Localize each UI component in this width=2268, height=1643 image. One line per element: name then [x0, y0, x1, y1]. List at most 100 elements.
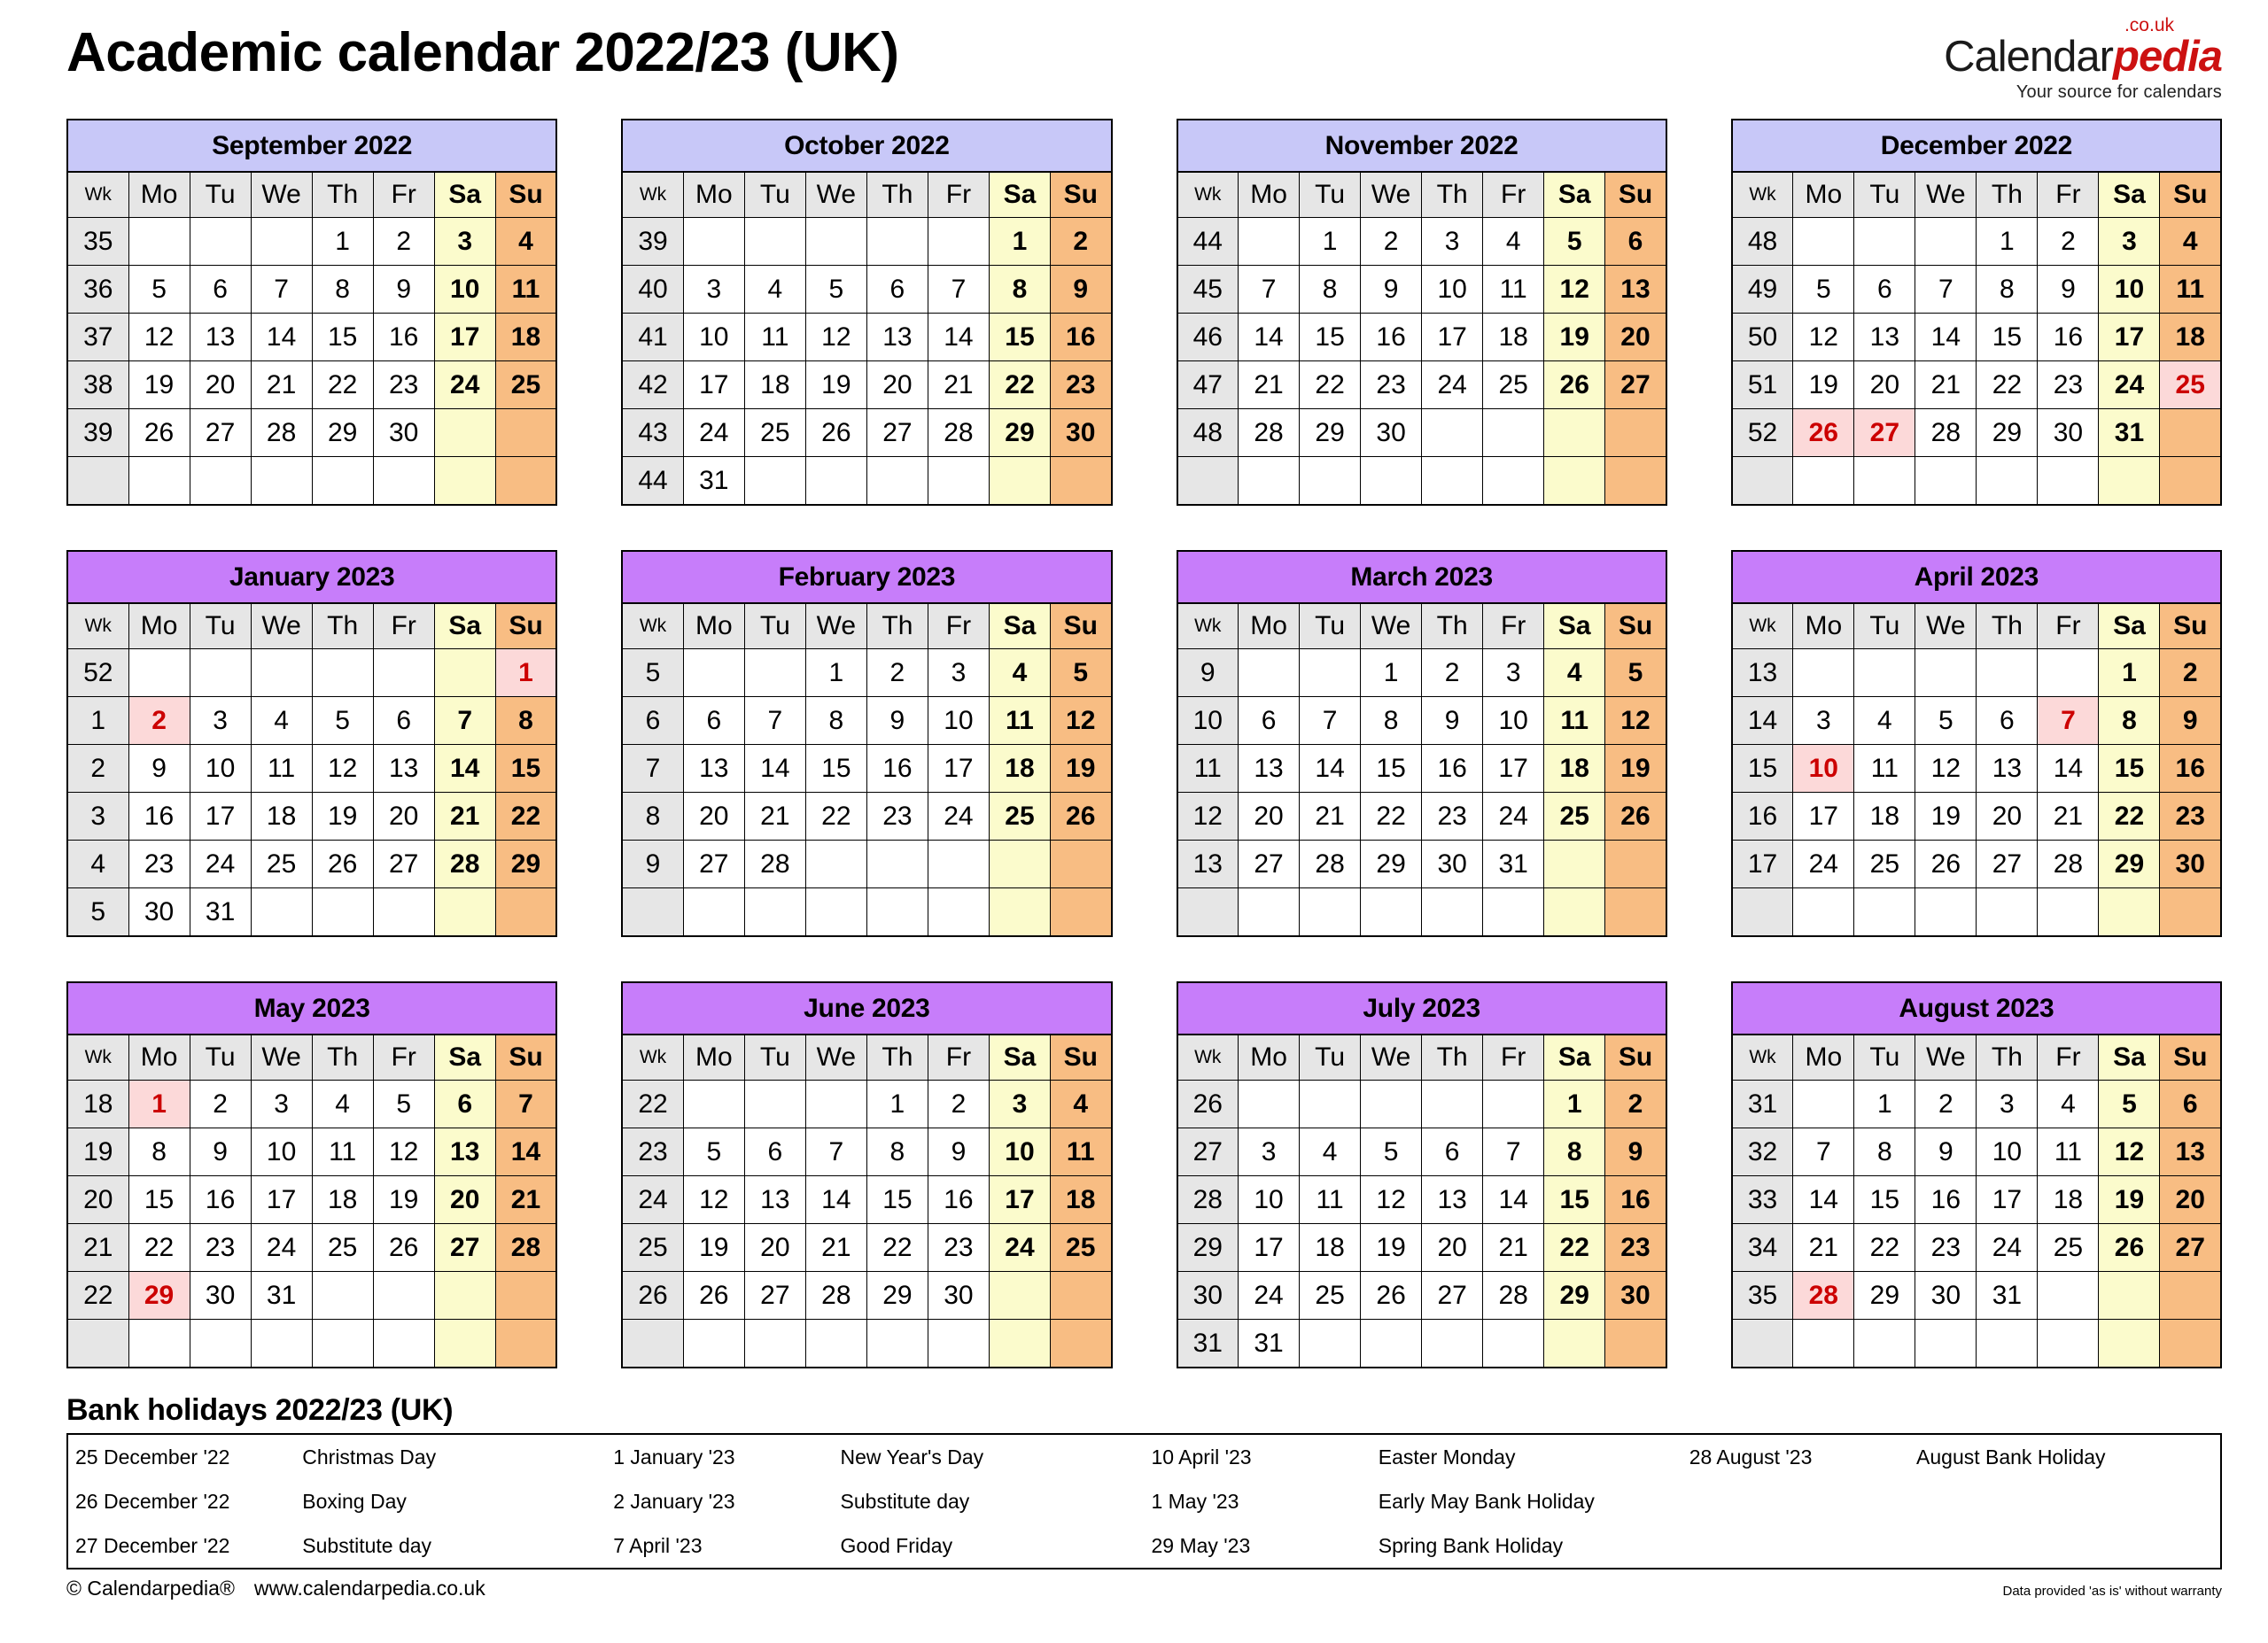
day-cell[interactable]: 22 [1360, 792, 1423, 841]
day-cell[interactable]: 4 [1049, 1080, 1113, 1128]
day-cell[interactable]: 3 [988, 1080, 1051, 1128]
day-cell[interactable]: 4 [2037, 1080, 2100, 1128]
day-cell[interactable]: 26 [311, 840, 374, 888]
day-cell[interactable]: 29 [1543, 1271, 1606, 1320]
day-cell[interactable]: 11 [1299, 1175, 1362, 1224]
day-cell[interactable]: 26 [2098, 1223, 2161, 1272]
day-cell[interactable]: 30 [2159, 840, 2222, 888]
day-cell[interactable]: 25 [988, 792, 1051, 841]
day-cell[interactable]: 23 [2037, 360, 2100, 409]
day-cell[interactable]: 25 [1299, 1271, 1362, 1320]
day-cell[interactable]: 20 [866, 360, 928, 409]
day-cell[interactable]: 11 [988, 696, 1051, 745]
day-cell[interactable]: 3 [189, 696, 252, 745]
day-cell[interactable]: 1 [1976, 217, 2039, 266]
day-cell[interactable]: 15 [804, 744, 867, 793]
day-cell[interactable]: 5 [804, 265, 867, 314]
day-cell[interactable]: 23 [866, 792, 928, 841]
day-cell[interactable]: 14 [1915, 313, 1977, 361]
day-cell[interactable]: 30 [372, 408, 435, 457]
day-cell[interactable]: 27 [1604, 360, 1667, 409]
day-cell[interactable]: 14 [927, 313, 990, 361]
day-cell[interactable]: 28 [494, 1223, 557, 1272]
day-cell[interactable]: 16 [1360, 313, 1423, 361]
day-cell[interactable]: 21 [743, 792, 806, 841]
day-cell[interactable]: 8 [494, 696, 557, 745]
day-cell[interactable]: 11 [1853, 744, 1916, 793]
day-cell[interactable]: 14 [433, 744, 496, 793]
day-cell[interactable]: 4 [1482, 217, 1545, 266]
footer-website[interactable]: www.calendarpedia.co.uk [254, 1577, 485, 1600]
day-cell[interactable]: 5 [372, 1080, 435, 1128]
day-cell[interactable]: 18 [743, 360, 806, 409]
day-cell[interactable]: 28 [804, 1271, 867, 1320]
day-cell[interactable]: 20 [2159, 1175, 2222, 1224]
day-cell[interactable]: 15 [1360, 744, 1423, 793]
day-cell[interactable]: 14 [1482, 1175, 1545, 1224]
day-cell[interactable]: 5 [311, 696, 374, 745]
day-cell[interactable]: 6 [1238, 696, 1301, 745]
day-cell[interactable]: 16 [1421, 744, 1484, 793]
day-cell[interactable]: 26 [682, 1271, 745, 1320]
day-cell[interactable]: 7 [1482, 1128, 1545, 1176]
day-cell[interactable]: 4 [311, 1080, 374, 1128]
day-cell[interactable]: 14 [1238, 313, 1301, 361]
day-cell[interactable]: 7 [433, 696, 496, 745]
day-cell[interactable]: 6 [1976, 696, 2039, 745]
day-cell[interactable]: 16 [866, 744, 928, 793]
day-cell[interactable]: 29 [2098, 840, 2161, 888]
day-cell[interactable]: 25 [494, 360, 557, 409]
day-cell[interactable]: 25 [2159, 360, 2222, 409]
day-cell[interactable]: 20 [189, 360, 252, 409]
day-cell[interactable]: 11 [2159, 265, 2222, 314]
day-cell[interactable]: 24 [2098, 360, 2161, 409]
day-cell[interactable]: 7 [1792, 1128, 1855, 1176]
day-cell[interactable]: 1 [494, 648, 557, 697]
day-cell[interactable]: 4 [743, 265, 806, 314]
day-cell[interactable]: 27 [682, 840, 745, 888]
day-cell[interactable]: 2 [1360, 217, 1423, 266]
day-cell[interactable]: 15 [494, 744, 557, 793]
day-cell[interactable]: 21 [1915, 360, 1977, 409]
day-cell[interactable]: 13 [372, 744, 435, 793]
day-cell[interactable]: 31 [1482, 840, 1545, 888]
day-cell[interactable]: 24 [1238, 1271, 1301, 1320]
day-cell[interactable]: 11 [743, 313, 806, 361]
day-cell[interactable]: 24 [682, 408, 745, 457]
day-cell[interactable]: 9 [372, 265, 435, 314]
day-cell[interactable]: 29 [1976, 408, 2039, 457]
day-cell[interactable]: 5 [1792, 265, 1855, 314]
day-cell[interactable]: 16 [1049, 313, 1113, 361]
day-cell[interactable]: 24 [1482, 792, 1545, 841]
day-cell[interactable]: 10 [1238, 1175, 1301, 1224]
day-cell[interactable]: 26 [372, 1223, 435, 1272]
day-cell[interactable]: 18 [1543, 744, 1606, 793]
day-cell[interactable]: 10 [1976, 1128, 2039, 1176]
day-cell[interactable]: 3 [1238, 1128, 1301, 1176]
day-cell[interactable]: 12 [1792, 313, 1855, 361]
day-cell[interactable]: 5 [1049, 648, 1113, 697]
day-cell[interactable]: 18 [988, 744, 1051, 793]
day-cell[interactable]: 30 [1421, 840, 1484, 888]
day-cell[interactable]: 17 [250, 1175, 313, 1224]
day-cell[interactable]: 2 [927, 1080, 990, 1128]
day-cell[interactable]: 21 [1792, 1223, 1855, 1272]
day-cell[interactable]: 17 [1482, 744, 1545, 793]
day-cell[interactable]: 3 [1482, 648, 1545, 697]
day-cell[interactable]: 6 [682, 696, 745, 745]
day-cell[interactable]: 19 [1792, 360, 1855, 409]
day-cell[interactable]: 8 [1976, 265, 2039, 314]
day-cell[interactable]: 9 [2037, 265, 2100, 314]
day-cell[interactable]: 9 [2159, 696, 2222, 745]
day-cell[interactable]: 1 [311, 217, 374, 266]
day-cell[interactable]: 22 [1853, 1223, 1916, 1272]
day-cell[interactable]: 9 [189, 1128, 252, 1176]
day-cell[interactable]: 10 [1792, 744, 1855, 793]
day-cell[interactable]: 4 [1543, 648, 1606, 697]
day-cell[interactable]: 20 [372, 792, 435, 841]
day-cell[interactable]: 2 [1915, 1080, 1977, 1128]
day-cell[interactable]: 12 [1543, 265, 1606, 314]
day-cell[interactable]: 14 [1299, 744, 1362, 793]
day-cell[interactable]: 31 [1976, 1271, 2039, 1320]
day-cell[interactable]: 17 [2098, 313, 2161, 361]
